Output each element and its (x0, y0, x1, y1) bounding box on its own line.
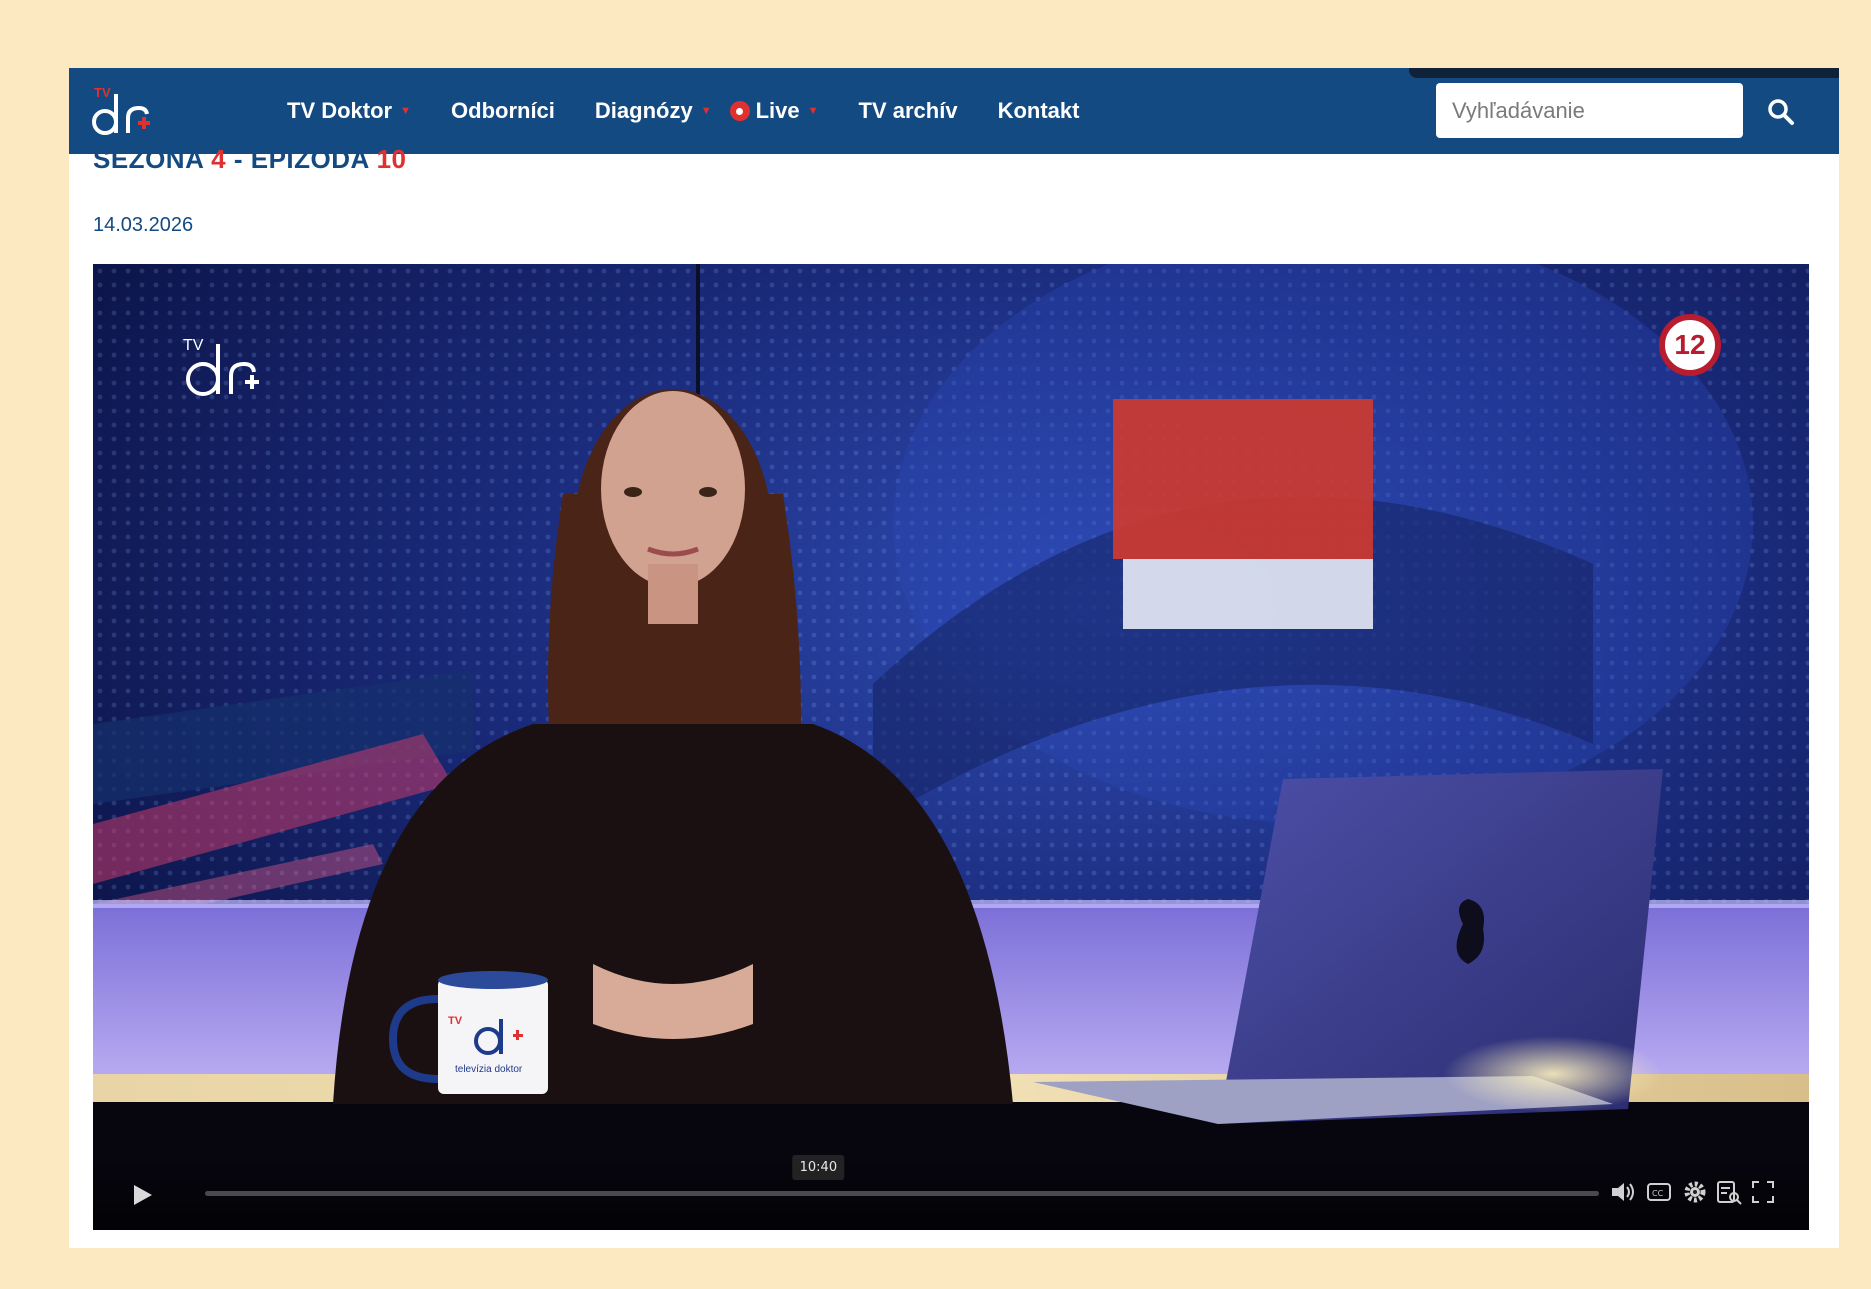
nav-tv-archiv-label: TV archív (858, 98, 958, 123)
nav-tv-archiv[interactable]: TV archív (859, 98, 958, 124)
chevron-down-icon: ▼ (700, 105, 712, 117)
nav-diagnozy[interactable]: Diagnózy ▼ (595, 98, 712, 124)
svg-text:TV: TV (448, 1015, 463, 1027)
nav-kontakt-label: Kontakt (997, 98, 1080, 123)
svg-text:TV: TV (94, 85, 111, 100)
search-input[interactable] (1436, 83, 1743, 138)
nav-odbornici[interactable]: Odborníci (451, 98, 555, 124)
season-number: 4 (211, 144, 227, 174)
chevron-down-icon: ▼ (400, 105, 412, 117)
episode-label: EPIZÓDA (250, 144, 369, 174)
episode-number: 10 (376, 144, 407, 174)
progress-bar[interactable] (205, 1191, 1599, 1196)
nav-kontakt[interactable]: Kontakt (998, 98, 1080, 124)
svg-text:TV: TV (183, 337, 204, 354)
volume-icon[interactable] (1609, 1178, 1637, 1206)
nav-diagnozy-label: Diagnózy (594, 98, 693, 123)
player-controls: 10:40 CC (93, 1150, 1809, 1230)
nav-odbornici-label: Odborníci (451, 98, 555, 123)
channel-logo: TV (183, 337, 259, 396)
mug-text: televízia doktor (455, 1064, 523, 1075)
navbar-dark-strip (1409, 68, 1839, 78)
nav-tv-doktor[interactable]: TV Doktor ▼ (287, 98, 411, 124)
top-navbar: TV TV Doktor ▼ Odborníci Diagnózy ▼ Live (69, 68, 1839, 154)
play-icon[interactable] (129, 1182, 155, 1208)
episode-title: SEZÓNA 4 - EPIZÓDA 10 (93, 144, 407, 175)
season-label: SEZÓNA (93, 144, 204, 174)
video-frame[interactable]: TV televízia doktor (93, 264, 1809, 1230)
nav-live-label: Live (755, 98, 800, 123)
publish-date: 14.03.2026 (93, 214, 194, 236)
nav-tv-doktor-label: TV Doktor (287, 98, 393, 123)
title-separator: - (233, 144, 243, 174)
tv-doktor-logo[interactable]: TV (91, 80, 161, 144)
settings-icon[interactable] (1681, 1178, 1709, 1206)
search-icon[interactable] (1759, 90, 1803, 134)
playlist-icon[interactable] (1715, 1178, 1743, 1206)
hover-time-tooltip: 10:40 (792, 1155, 845, 1180)
age-rating-badge: 12 (1659, 314, 1721, 376)
captions-icon[interactable]: CC (1645, 1178, 1673, 1206)
page-container: TV TV Doktor ▼ Odborníci Diagnózy ▼ Live (69, 68, 1839, 1248)
fullscreen-icon[interactable] (1749, 1178, 1777, 1206)
main-nav: TV Doktor ▼ Odborníci Diagnózy ▼ Live ▼ … (287, 68, 1119, 154)
chevron-down-icon: ▼ (807, 105, 819, 117)
video-player[interactable]: TV televízia doktor TV 12 10:40 CC (93, 264, 1809, 1230)
svg-text:CC: CC (1652, 1189, 1664, 1198)
live-record-icon (729, 101, 750, 121)
nav-live[interactable]: Live ▼ (729, 98, 819, 124)
